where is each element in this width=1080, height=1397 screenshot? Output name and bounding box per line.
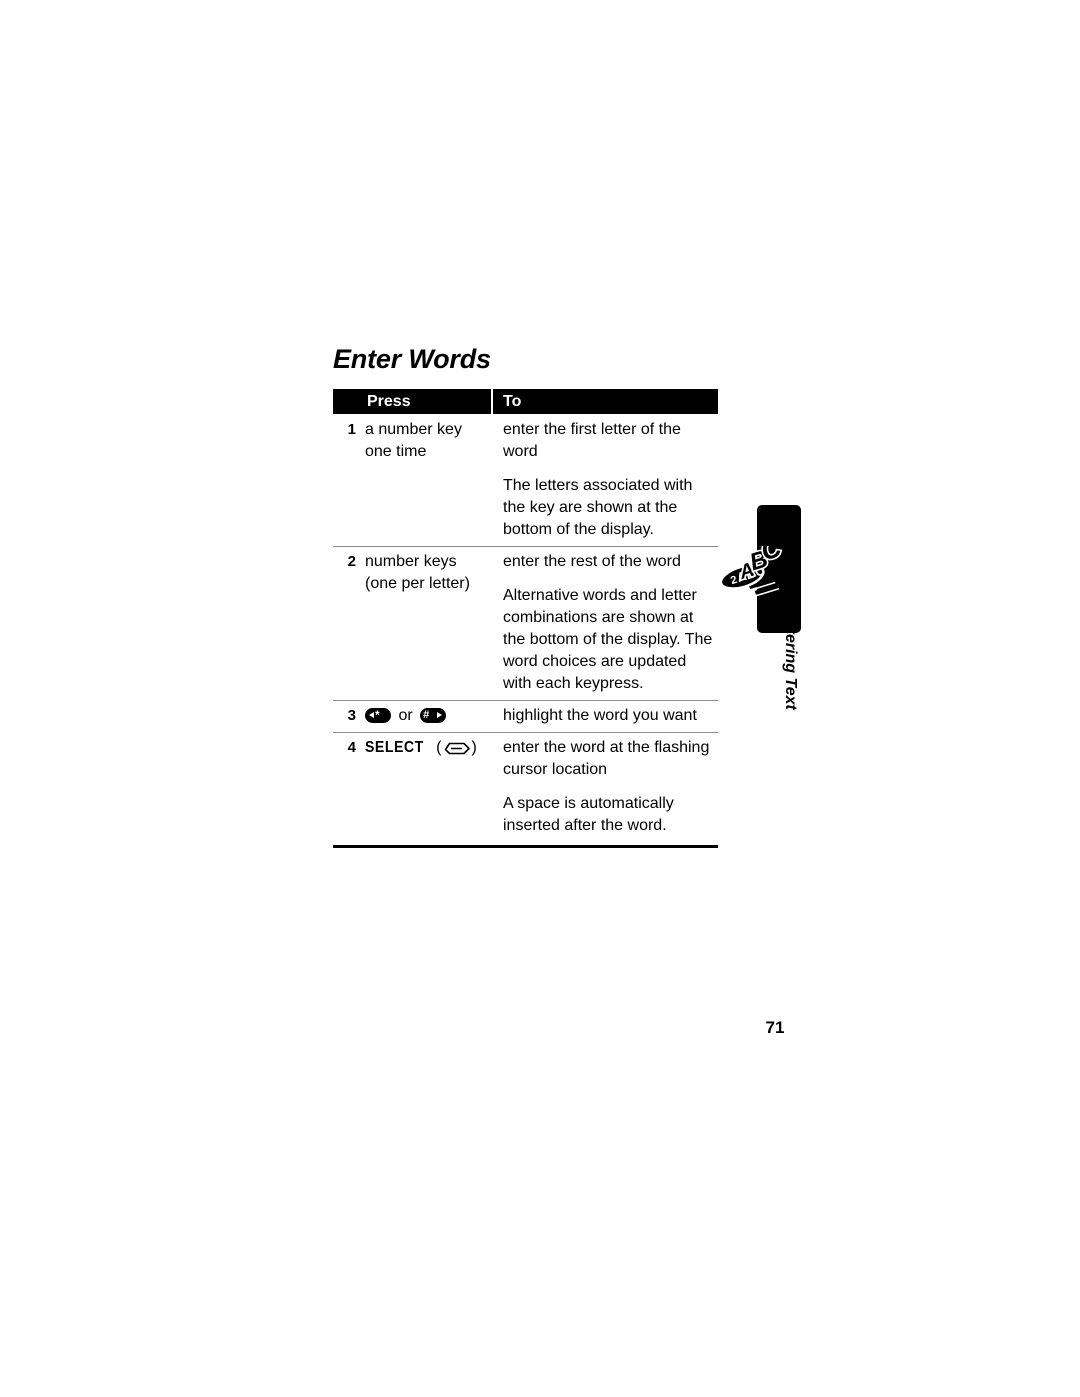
step-to-cell: enter the first letter of the word The l… (493, 419, 718, 541)
to-paragraph: enter the word at the flashing cursor lo… (503, 739, 710, 778)
step-number: 4 (347, 739, 356, 756)
step-number: 2 (347, 553, 356, 570)
step-to-cell: highlight the word you want (493, 705, 718, 727)
section-tab-caption: Entering Text (782, 608, 799, 710)
to-paragraph: enter the first letter of the word (503, 421, 681, 460)
to-paragraph: Alternative words and letter combination… (503, 587, 713, 692)
step-number: 1 (347, 421, 356, 438)
page-title: Enter Words (333, 344, 491, 374)
center-select-key-icon (443, 741, 471, 763)
step-number: 3 (347, 707, 356, 724)
manual-page: Enter Words Press To 1 a number key one … (0, 0, 1080, 1397)
step-press-cell: SELECT () (365, 737, 493, 837)
table-row: 4 SELECT () enter the word at the flashi… (333, 732, 718, 842)
press-line: one time (365, 443, 427, 460)
table-row: 3 * or # highlight the word you want (333, 700, 718, 732)
page-number: 71 (765, 1018, 785, 1037)
keypad-2abc-logo-icon: 2 ABC A B C (716, 530, 788, 604)
table-header-row: Press To (333, 389, 718, 414)
hash-right-nav-key-icon: # (420, 708, 447, 723)
star-left-nav-key-icon: * (365, 708, 391, 723)
step-press-cell: * or # (365, 705, 493, 727)
key-conjunction: or (398, 707, 413, 724)
right-arrow-glyph (437, 712, 443, 718)
table-bottom-rule-second (333, 847, 718, 848)
to-paragraph: A space is automatically inserted after … (503, 795, 674, 834)
table-header-press: Press (365, 389, 493, 414)
step-to-cell: enter the rest of the word Alternative w… (493, 551, 718, 695)
press-line: (one per letter) (365, 575, 470, 592)
to-paragraph: The letters associated with the key are … (503, 477, 693, 538)
step-press-cell: a number key one time (365, 419, 493, 541)
hash-glyph: # (423, 709, 430, 721)
left-arrow-glyph (369, 712, 374, 718)
to-paragraph: enter the rest of the word (503, 553, 681, 570)
table-row: 2 number keys (one per letter) enter the… (333, 546, 718, 700)
step-to-cell: enter the word at the flashing cursor lo… (493, 737, 718, 837)
table-header-to: To (503, 392, 522, 410)
press-line: a number key (365, 421, 462, 438)
table-bottom-rule (333, 845, 718, 851)
table-row: 1 a number key one time enter the first … (333, 414, 718, 546)
to-paragraph: highlight the word you want (503, 707, 697, 724)
step-press-cell: number keys (one per letter) (365, 551, 493, 695)
asterisk-glyph: * (375, 708, 380, 722)
select-softkey-label: SELECT (365, 739, 424, 756)
press-line: number keys (365, 553, 457, 570)
procedure-table: Press To 1 a number key one time enter t… (333, 389, 718, 851)
